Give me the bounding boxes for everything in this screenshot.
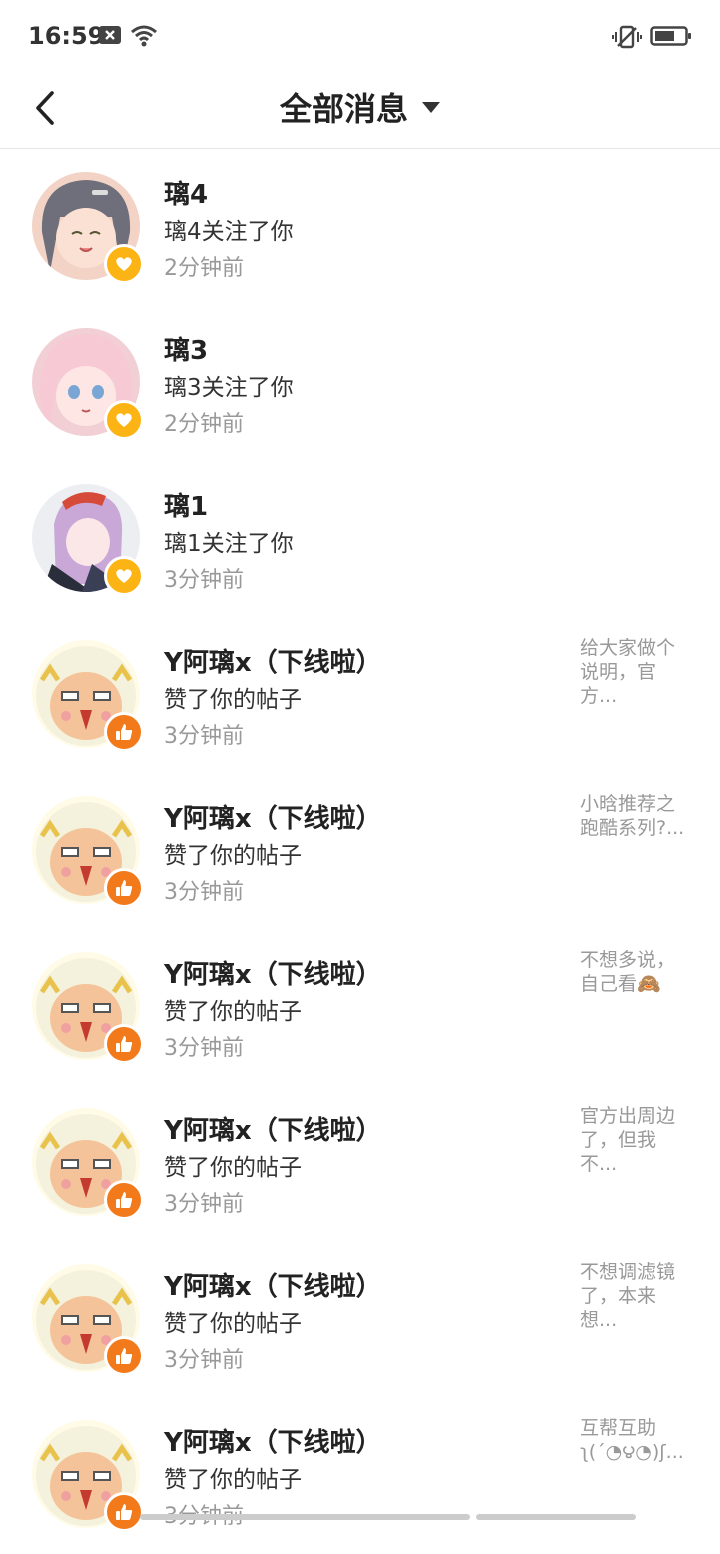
sender-name[interactable]: Y阿璃x（下线啦） <box>164 1266 382 1303</box>
message-item[interactable]: 璃4 璃4关注了你 2分钟前 <box>0 150 720 306</box>
message-item[interactable]: 璃1 璃1关注了你 3分钟前 <box>0 462 720 618</box>
thumbs-up-icon <box>116 1348 133 1364</box>
message-item[interactable]: Y阿璃x（下线啦） 赞了你的帖子 3分钟前 不想调滤镜了，本来想... <box>0 1242 720 1398</box>
post-preview[interactable]: 不想多说，自己看🙈 <box>580 948 690 996</box>
like-badge <box>104 1336 144 1376</box>
message-time: 3分钟前 <box>164 724 244 749</box>
message-time: 3分钟前 <box>164 1036 244 1061</box>
thumbs-up-icon <box>116 724 133 740</box>
message-time: 3分钟前 <box>164 1348 244 1373</box>
gesture-bar-secondary <box>476 1514 636 1520</box>
thumbs-up-icon <box>116 1192 133 1208</box>
like-badge <box>104 1024 144 1064</box>
like-badge <box>104 712 144 752</box>
post-preview[interactable]: 官方出周边了，但我不... <box>580 1104 690 1176</box>
vibrate-icon <box>612 24 642 54</box>
message-action: 赞了你的帖子 <box>164 1467 302 1493</box>
message-action: 赞了你的帖子 <box>164 999 302 1025</box>
like-badge <box>104 1492 144 1532</box>
sender-name[interactable]: 璃3 <box>164 330 208 367</box>
message-item[interactable]: Y阿璃x（下线啦） 赞了你的帖子 3分钟前 不想多说，自己看🙈 <box>0 930 720 1086</box>
message-item[interactable]: Y阿璃x（下线啦） 赞了你的帖子 3分钟前 官方出周边了，但我不... <box>0 1086 720 1242</box>
thumbs-up-icon <box>116 1036 133 1052</box>
caret-down-icon <box>422 101 440 113</box>
message-time: 3分钟前 <box>164 880 244 905</box>
sender-name[interactable]: Y阿璃x（下线啦） <box>164 1422 382 1459</box>
sender-name[interactable]: Y阿璃x（下线啦） <box>164 642 382 679</box>
heart-icon <box>116 569 132 583</box>
message-list: 璃4 璃4关注了你 2分钟前 璃3 璃3关注了你 2分钟前 璃1 璃1关注了你 … <box>0 150 720 1554</box>
message-item[interactable]: Y阿璃x（下线啦） 赞了你的帖子 3分钟前 小晗推荐之跑酷系列?... <box>0 774 720 930</box>
like-badge <box>104 1180 144 1220</box>
heart-icon <box>116 257 132 271</box>
page-title: 全部消息 <box>279 90 408 128</box>
message-action: 赞了你的帖子 <box>164 1311 302 1337</box>
notification-close-icon <box>98 24 122 50</box>
message-time: 3分钟前 <box>164 568 244 593</box>
battery-icon <box>650 24 692 52</box>
sender-name[interactable]: Y阿璃x（下线啦） <box>164 798 382 835</box>
wifi-icon <box>130 24 158 52</box>
message-action: 璃1关注了你 <box>164 531 294 557</box>
post-preview[interactable]: 给大家做个说明，官方... <box>580 636 690 708</box>
follow-heart-badge <box>104 400 144 440</box>
status-bar: 16:59 <box>0 0 720 72</box>
message-action: 赞了你的帖子 <box>164 843 302 869</box>
post-preview[interactable]: 互帮互助ʅ(´◔౪◔)ʃ... <box>580 1416 690 1464</box>
post-preview[interactable]: 不想调滤镜了，本来想... <box>580 1260 690 1332</box>
header: 全部消息 <box>0 72 720 149</box>
message-time: 3分钟前 <box>164 1192 244 1217</box>
message-item[interactable]: Y阿璃x（下线啦） 赞了你的帖子 3分钟前 给大家做个说明，官方... <box>0 618 720 774</box>
message-action: 璃4关注了你 <box>164 219 294 245</box>
sender-name[interactable]: 璃4 <box>164 174 208 211</box>
message-action: 赞了你的帖子 <box>164 687 302 713</box>
status-time: 16:59 <box>28 22 105 50</box>
post-preview[interactable]: 小晗推荐之跑酷系列?... <box>580 792 690 840</box>
heart-icon <box>116 413 132 427</box>
message-filter-dropdown[interactable]: 全部消息 <box>0 84 720 130</box>
message-time: 2分钟前 <box>164 256 244 281</box>
thumbs-up-icon <box>116 1504 133 1520</box>
sender-name[interactable]: Y阿璃x（下线啦） <box>164 1110 382 1147</box>
like-badge <box>104 868 144 908</box>
message-item[interactable]: Y阿璃x（下线啦） 赞了你的帖子 3分钟前 互帮互助ʅ(´◔౪◔)ʃ... <box>0 1398 720 1554</box>
message-action: 璃3关注了你 <box>164 375 294 401</box>
gesture-bar <box>140 1514 470 1520</box>
sender-name[interactable]: 璃1 <box>164 486 208 523</box>
thumbs-up-icon <box>116 880 133 896</box>
follow-heart-badge <box>104 244 144 284</box>
message-item[interactable]: 璃3 璃3关注了你 2分钟前 <box>0 306 720 462</box>
message-action: 赞了你的帖子 <box>164 1155 302 1181</box>
follow-heart-badge <box>104 556 144 596</box>
sender-name[interactable]: Y阿璃x（下线啦） <box>164 954 382 991</box>
message-time: 2分钟前 <box>164 412 244 437</box>
